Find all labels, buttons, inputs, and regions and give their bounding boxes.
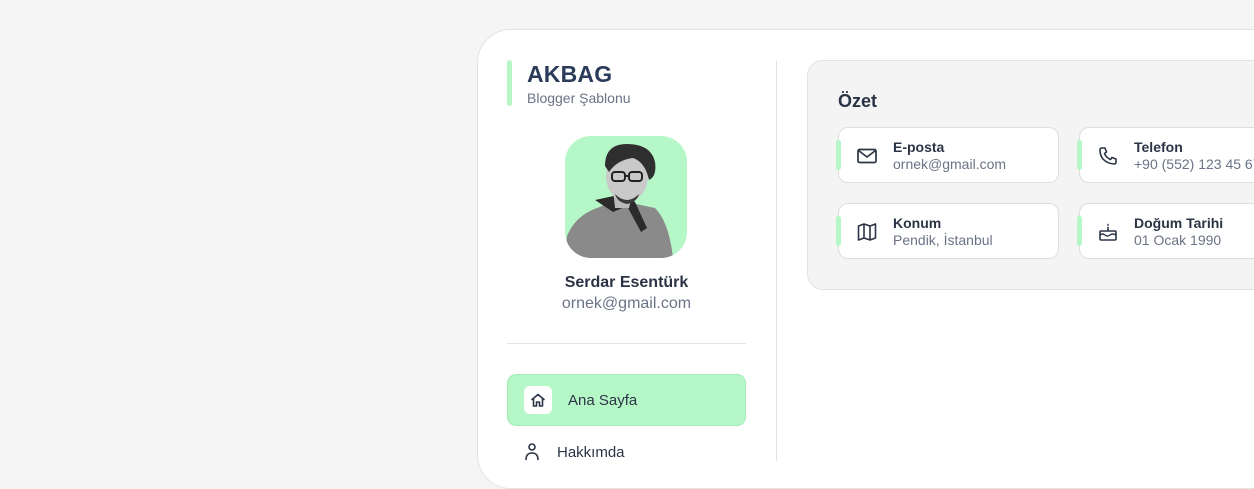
- brand-title: AKBAG: [527, 61, 613, 87]
- info-value: ornek@gmail.com: [893, 156, 1007, 172]
- user-icon: [525, 442, 539, 467]
- phone-icon: [1097, 145, 1119, 167]
- summary-title: Özet: [838, 91, 878, 111]
- info-label: E-posta: [893, 139, 945, 155]
- cake-icon: [1097, 221, 1119, 243]
- card-accent: [1077, 216, 1082, 246]
- avatar: [565, 136, 687, 258]
- profile-name: Serdar Esentürk: [564, 274, 689, 291]
- info-value: 01 Ocak 1990: [1134, 232, 1222, 248]
- avatar-photo: [565, 144, 673, 258]
- card-accent: [836, 140, 841, 170]
- info-card-birthday: Doğum Tarihi 01 Ocak 1990: [1077, 203, 1254, 259]
- info-label: Doğum Tarihi: [1134, 215, 1224, 231]
- nav-item-about[interactable]: Hakkımda: [507, 436, 746, 476]
- info-value: +90 (552) 123 45 67: [1134, 156, 1254, 172]
- brand-subtitle: Blogger Şablonu: [527, 90, 631, 106]
- map-icon: [856, 221, 878, 243]
- info-label: Telefon: [1134, 139, 1183, 155]
- card-accent: [836, 216, 841, 246]
- info-card-phone: Telefon +90 (552) 123 45 67: [1077, 127, 1254, 183]
- home-icon: [524, 386, 552, 414]
- profile-email: ornek@gmail.com: [561, 295, 692, 312]
- brand-accent-bar: [507, 60, 512, 106]
- info-card-email: E-posta ornek@gmail.com: [836, 127, 1059, 183]
- info-value: Pendik, İstanbul: [893, 232, 993, 248]
- sidebar-divider: [507, 343, 746, 344]
- mail-icon: [856, 145, 878, 167]
- nav-item-label: Hakkımda: [557, 444, 625, 461]
- info-label: Konum: [893, 215, 942, 231]
- nav-item-home[interactable]: Ana Sayfa: [507, 374, 746, 426]
- card-accent: [1077, 140, 1082, 170]
- column-divider: [776, 61, 777, 461]
- info-card-location: Konum Pendik, İstanbul: [836, 203, 1059, 259]
- nav-item-label: Ana Sayfa: [568, 392, 638, 409]
